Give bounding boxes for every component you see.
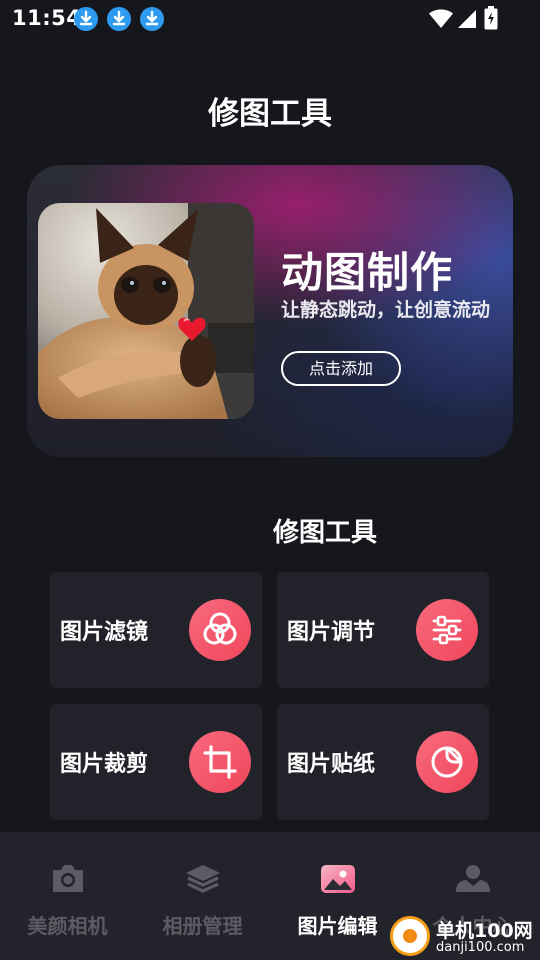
nav-label: 图片编辑 (297, 914, 378, 938)
sliders-icon (416, 599, 478, 661)
tool-card-crop[interactable]: 图片裁剪 (50, 704, 262, 820)
status-bar: 11:54 (0, 0, 540, 38)
nav-item-album[interactable]: 相册管理 (135, 832, 270, 960)
tool-label: 图片滤镜 (60, 620, 149, 645)
sticker-icon (416, 731, 478, 793)
tool-label: 图片贴纸 (287, 752, 376, 777)
download-icon (107, 7, 131, 31)
watermark-line1: 单机100网 (436, 920, 533, 942)
banner-subtitle: 让静态跳动，让创意流动 (281, 299, 491, 321)
page-title: 修图工具 (208, 96, 332, 132)
nav-label: 相册管理 (162, 914, 243, 938)
tool-card-filter[interactable]: 图片滤镜 (50, 572, 262, 688)
download-icon (140, 7, 164, 31)
nav-item-camera[interactable]: 美颜相机 (0, 832, 135, 960)
filter-icon (189, 599, 251, 661)
banner-title: 动图制作 (281, 248, 454, 297)
wifi-icon (429, 9, 453, 28)
tool-label: 图片调节 (287, 620, 376, 645)
nav-label: 美颜相机 (27, 914, 108, 938)
user-icon (456, 865, 490, 892)
nav-item-edit[interactable]: 图片编辑 (270, 832, 405, 960)
cat-photo (38, 203, 254, 419)
layers-icon (186, 865, 220, 893)
battery-charging-icon (484, 6, 498, 30)
watermark-line2: danji100.com (436, 940, 525, 955)
crop-icon (189, 731, 251, 793)
tool-card-sticker[interactable]: 图片贴纸 (277, 704, 489, 820)
signal-icon (458, 10, 476, 28)
camera-icon (53, 865, 83, 892)
download-icon (74, 7, 98, 31)
tool-card-adjust[interactable]: 图片调节 (277, 572, 489, 688)
section-title: 修图工具 (273, 518, 378, 548)
status-time: 11:54 (12, 6, 82, 30)
image-icon (321, 865, 355, 893)
tool-label: 图片裁剪 (60, 752, 149, 777)
watermark-logo: 单机100网 danji100.com (388, 912, 540, 960)
add-gif-button[interactable]: 点击添加 (281, 351, 401, 386)
watermark-icon (390, 916, 430, 956)
gif-maker-banner[interactable]: 动图制作 让静态跳动，让创意流动 点击添加 (27, 165, 513, 457)
